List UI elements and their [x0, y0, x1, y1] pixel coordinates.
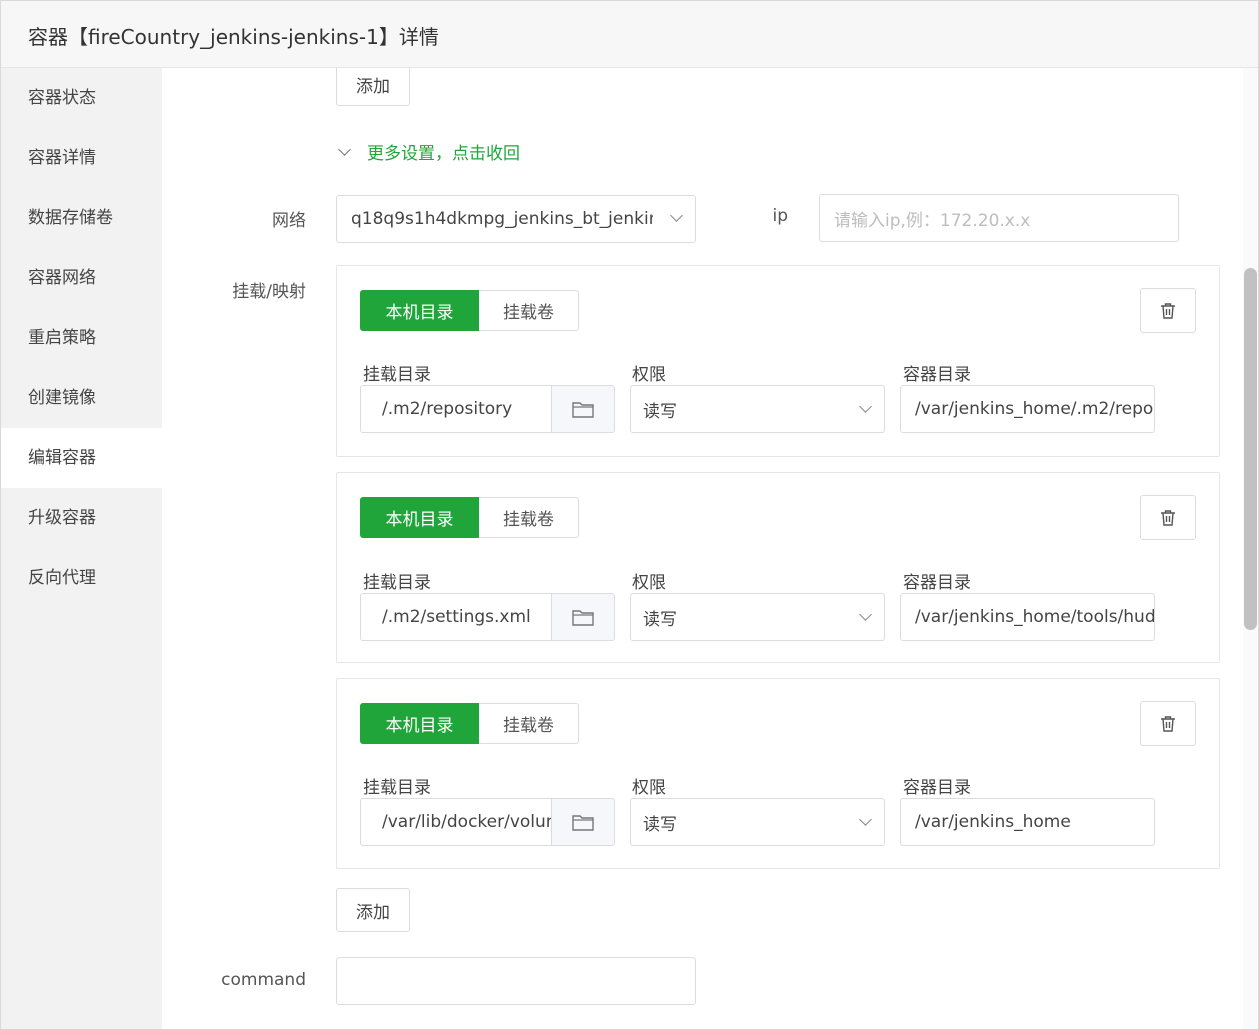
more-settings-toggle[interactable]: 更多设置，点击收回	[338, 139, 520, 164]
host-dir-input[interactable]: /.m2/repository	[360, 385, 615, 433]
tab-mount-volume[interactable]: 挂载卷	[479, 703, 579, 744]
permission-value: 读写	[643, 401, 677, 422]
browse-folder-button[interactable]	[551, 386, 614, 432]
container-dir-label: 容器目录	[903, 365, 971, 385]
tab-mount-volume[interactable]: 挂载卷	[479, 290, 579, 331]
mount-card: 本机目录 挂载卷 挂载目录 权限 容器目录 /.m2/repository 读写…	[336, 265, 1220, 457]
sidebar-item-upgrade-container[interactable]: 升级容器	[1, 488, 162, 548]
container-dir-value: /var/jenkins_home/.m2/repository	[915, 399, 1154, 419]
sidebar-item-container-status[interactable]: 容器状态	[1, 68, 162, 128]
permission-label: 权限	[632, 778, 666, 798]
command-label: command	[221, 970, 306, 990]
host-dir-input[interactable]: /.m2/settings.xml	[360, 593, 615, 641]
delete-mount-button[interactable]	[1140, 701, 1196, 746]
dialog-title-bar: 容器【fireCountry_jenkins-jenkins-1】详情	[1, 1, 1258, 68]
network-value: q18q9s1h4dkmpg_jenkins_bt_jenkins	[351, 209, 669, 229]
browse-folder-button[interactable]	[551, 799, 614, 845]
mount-label: 挂载/映射	[232, 282, 306, 302]
chevron-down-icon	[859, 813, 872, 826]
container-dir-label: 容器目录	[903, 573, 971, 593]
mount-type-switch: 本机目录 挂载卷	[360, 290, 579, 331]
more-settings-label: 更多设置，点击收回	[367, 144, 520, 164]
container-dir-label: 容器目录	[903, 778, 971, 798]
browse-folder-button[interactable]	[551, 594, 614, 640]
scrollbar-thumb[interactable]	[1244, 268, 1257, 630]
tab-mount-volume[interactable]: 挂载卷	[479, 497, 579, 538]
sidebar-item-container-details[interactable]: 容器详情	[1, 128, 162, 188]
sidebar-item-reverse-proxy[interactable]: 反向代理	[1, 548, 162, 608]
network-select[interactable]: q18q9s1h4dkmpg_jenkins_bt_jenkins	[336, 195, 696, 243]
permission-select[interactable]: 读写	[630, 798, 885, 846]
host-dir-value: /.m2/repository	[382, 399, 513, 419]
sidebar-item-data-volumes[interactable]: 数据存储卷	[1, 188, 162, 248]
sidebar-item-restart-policy[interactable]: 重启策略	[1, 308, 162, 368]
container-dir-input[interactable]: /var/jenkins_home/tools/hudson	[900, 593, 1155, 641]
mount-card: 本机目录 挂载卷 挂载目录 权限 容器目录 /var/lib/docker/vo…	[336, 678, 1220, 869]
command-input[interactable]	[336, 957, 696, 1005]
mount-type-switch: 本机目录 挂载卷	[360, 703, 579, 744]
host-dir-label: 挂载目录	[363, 573, 431, 593]
chevron-down-icon	[859, 608, 872, 621]
permission-label: 权限	[632, 365, 666, 385]
folder-icon	[572, 402, 594, 418]
sidebar: 容器状态 容器详情 数据存储卷 容器网络 重启策略 创建镜像 编辑容器 升级容器…	[1, 68, 162, 1029]
tab-host-directory[interactable]: 本机目录	[360, 497, 479, 538]
permission-select[interactable]: 读写	[630, 385, 885, 433]
host-dir-input[interactable]: /var/lib/docker/volumes	[360, 798, 615, 846]
edit-container-form: 添加 更多设置，点击收回 网络 q18q9s1h4dkmpg_jenkins_b…	[162, 68, 1243, 1029]
permission-value: 读写	[643, 814, 677, 835]
add-button-top[interactable]: 添加	[336, 68, 410, 106]
chevron-down-icon	[338, 142, 351, 156]
ip-placeholder: 请输入ip,例：172.20.x.x	[834, 210, 1031, 231]
permission-select[interactable]: 读写	[630, 593, 885, 641]
tab-host-directory[interactable]: 本机目录	[360, 703, 479, 744]
delete-mount-button[interactable]	[1140, 495, 1196, 540]
dialog-title: 容器【fireCountry_jenkins-jenkins-1】详情	[28, 25, 439, 49]
host-dir-value: /.m2/settings.xml	[382, 607, 531, 627]
network-label: 网络	[272, 211, 306, 231]
folder-icon	[572, 610, 594, 626]
trash-icon	[1161, 509, 1175, 526]
trash-icon	[1161, 715, 1175, 732]
container-dir-input[interactable]: /var/jenkins_home	[900, 798, 1155, 846]
chevron-down-icon	[859, 400, 872, 413]
container-detail-dialog: 容器【fireCountry_jenkins-jenkins-1】详情 容器状态…	[0, 0, 1259, 1029]
host-dir-label: 挂载目录	[363, 778, 431, 798]
container-dir-value: /var/jenkins_home/tools/hudson	[915, 607, 1155, 627]
folder-icon	[572, 815, 594, 831]
ip-label: ip	[772, 206, 788, 226]
tab-host-directory[interactable]: 本机目录	[360, 290, 479, 331]
permission-value: 读写	[643, 609, 677, 630]
sidebar-item-create-image[interactable]: 创建镜像	[1, 368, 162, 428]
ip-input[interactable]: 请输入ip,例：172.20.x.x	[819, 194, 1179, 242]
trash-icon	[1161, 302, 1175, 319]
mount-card: 本机目录 挂载卷 挂载目录 权限 容器目录 /.m2/settings.xml …	[336, 472, 1220, 663]
host-dir-label: 挂载目录	[363, 365, 431, 385]
container-dir-value: /var/jenkins_home	[915, 812, 1071, 832]
host-dir-value: /var/lib/docker/volumes	[382, 812, 551, 832]
sidebar-item-edit-container[interactable]: 编辑容器	[1, 428, 162, 488]
delete-mount-button[interactable]	[1140, 288, 1196, 333]
mount-type-switch: 本机目录 挂载卷	[360, 497, 579, 538]
sidebar-item-container-network[interactable]: 容器网络	[1, 248, 162, 308]
add-mount-button[interactable]: 添加	[336, 888, 410, 932]
container-dir-input[interactable]: /var/jenkins_home/.m2/repository	[900, 385, 1155, 433]
permission-label: 权限	[632, 573, 666, 593]
